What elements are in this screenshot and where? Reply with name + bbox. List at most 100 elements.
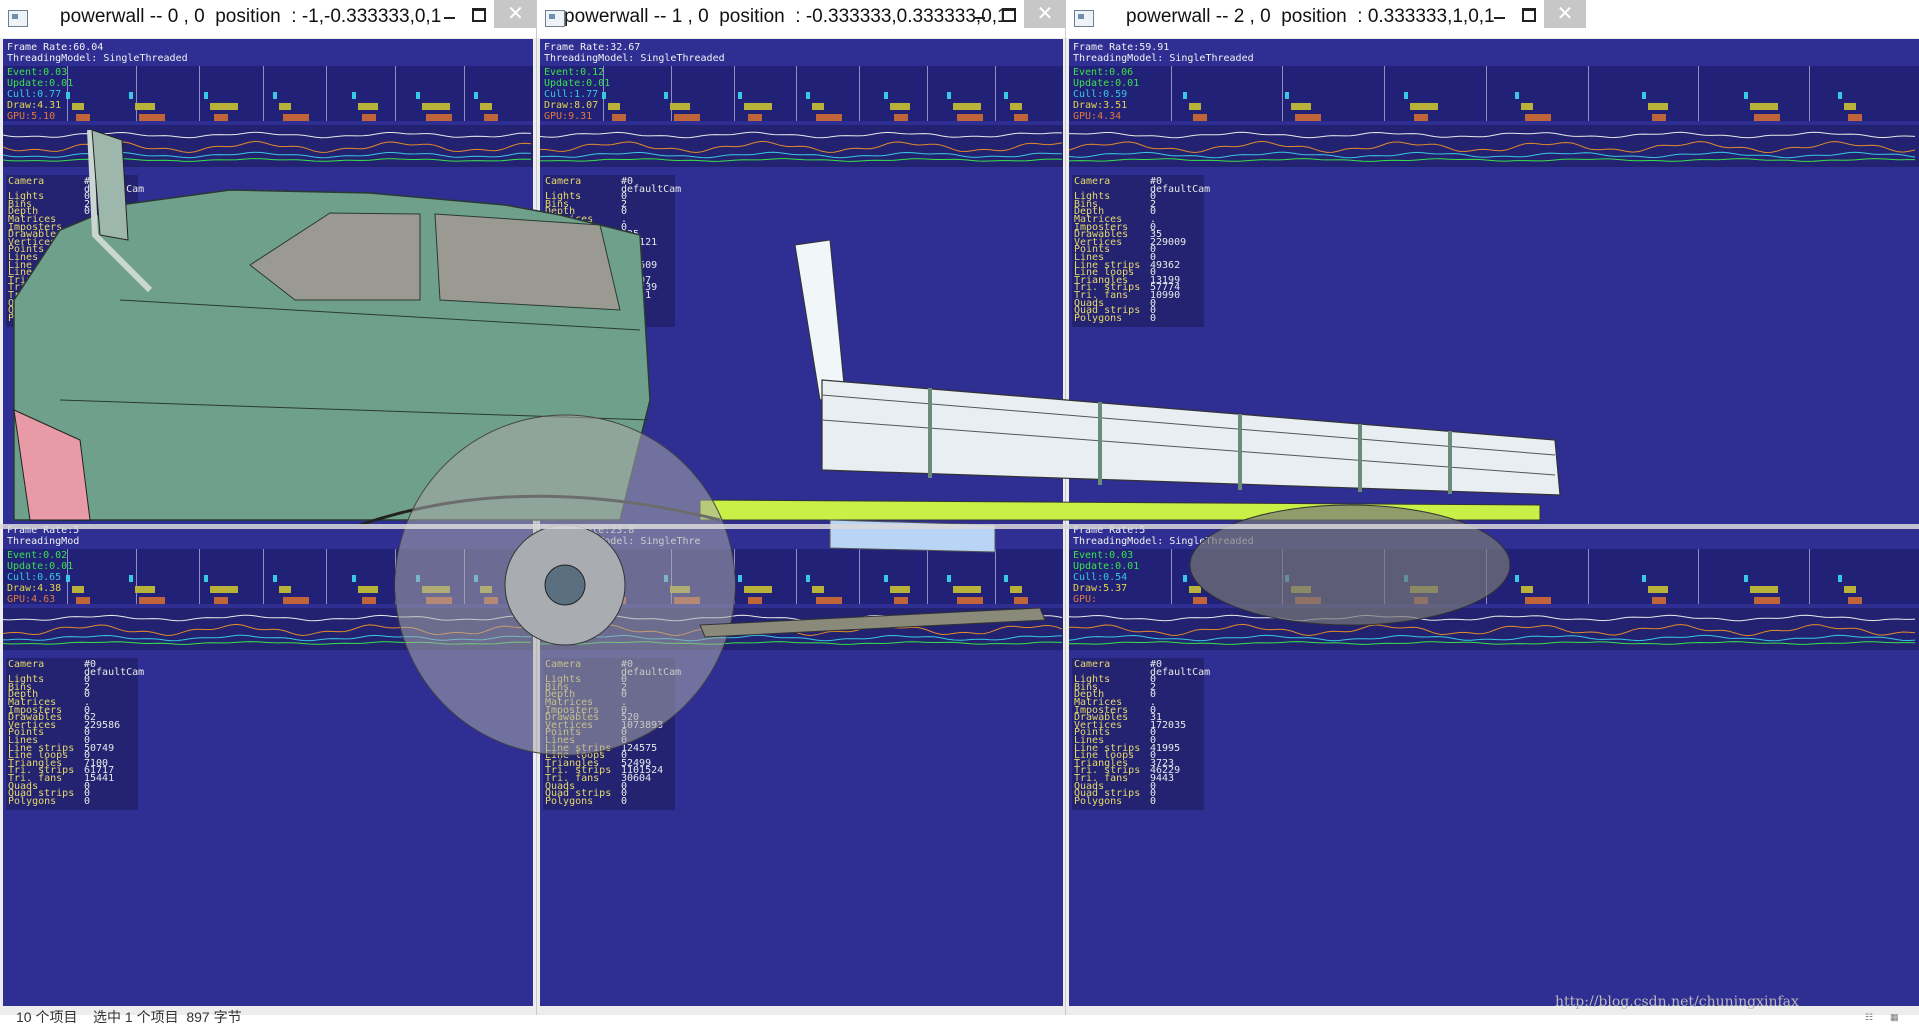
draw-bar: [812, 586, 824, 593]
timing-tick: [395, 549, 396, 604]
close-button[interactable]: ✕: [1024, 0, 1066, 28]
maximize-button[interactable]: [1514, 0, 1544, 28]
timing-tick: [927, 549, 928, 604]
timing-tick: [927, 66, 928, 121]
graph-line: [3, 131, 532, 139]
draw-bar: [953, 586, 981, 593]
gpu-bar: [139, 114, 165, 121]
title-bar[interactable]: powerwall -- 0 , 0 position : -1,-0.3333…: [0, 0, 537, 38]
details-view-icon[interactable]: ☷: [1865, 1012, 1873, 1023]
app-icon[interactable]: [545, 10, 565, 27]
maximize-button[interactable]: [994, 0, 1024, 28]
app-icon[interactable]: [1074, 10, 1094, 27]
timing-label: Cull:0.59: [1073, 89, 1128, 100]
cull-bar: [1285, 92, 1289, 99]
gpu-bar: [1754, 597, 1780, 604]
timing-tick: [1588, 66, 1589, 121]
large-icons-view-icon[interactable]: ▦: [1890, 1012, 1899, 1023]
draw-bar: [670, 586, 690, 593]
draw-bar: [1189, 103, 1201, 110]
powerwall-window-1[interactable]: powerwall -- 1 , 0 position : -0.333333,…: [537, 0, 1066, 1015]
draw-bar: [1844, 103, 1856, 110]
gpu-bar: [1014, 114, 1028, 121]
pane-separator: [0, 524, 1919, 529]
title-bar[interactable]: powerwall -- 1 , 0 position : -0.333333,…: [537, 0, 1066, 38]
maximize-button[interactable]: [464, 0, 494, 28]
timing-tick: [199, 66, 200, 121]
render-viewport[interactable]: Frame Rate:59.91 ThreadingModel: SingleTh…: [1069, 39, 1919, 1006]
camera-stats-box: Camera #0 defaultCam Lights 0 Bins 2 Depth 0 Matr…: [1072, 658, 1210, 811]
timing-tick: [1171, 66, 1172, 121]
draw-bar: [1010, 586, 1022, 593]
gpu-bar: [283, 114, 309, 121]
timing-graph: Event:0.03 Update:0.01 Cull:0.77 Draw:4.31 G…: [3, 66, 533, 122]
close-button[interactable]: ✕: [494, 0, 537, 28]
draw-bar: [608, 586, 620, 593]
draw-bar: [1521, 103, 1533, 110]
render-viewport[interactable]: Frame Rate:60.04 ThreadingModel: SingleTh…: [3, 39, 533, 1006]
graph-line: [3, 634, 532, 642]
window-title: powerwall -- 2 , 0 position : 0.333333,1…: [1126, 6, 1495, 27]
draw-bar: [1844, 586, 1856, 593]
graph-line: [1069, 614, 1916, 622]
timing-tick: [671, 66, 672, 121]
powerwall-window-0[interactable]: powerwall -- 0 , 0 position : -1,-0.3333…: [0, 0, 537, 1015]
timing-label: Update:0.01: [7, 78, 74, 89]
cull-bar: [1183, 92, 1187, 99]
frame-rate-label: Frame Rate:32.67: [544, 42, 641, 53]
cull-bar: [416, 92, 420, 99]
graph-line: [1069, 641, 1916, 645]
timing-tick: [1384, 66, 1385, 121]
cull-bar: [1004, 92, 1008, 99]
cull-bar: [1744, 575, 1748, 582]
frame-time-lines: [1069, 614, 1916, 645]
gpu-bar: [957, 114, 983, 121]
minimize-icon: [1493, 17, 1505, 20]
threading-model-label: ThreadingModel: SingleThreaded: [1073, 53, 1254, 64]
graph-line: [540, 641, 1063, 645]
timing-tick: [136, 549, 137, 604]
maximize-icon: [472, 8, 486, 23]
gpu-bar: [214, 597, 228, 604]
close-icon: ✕: [1556, 3, 1574, 25]
cull-bar: [1642, 92, 1646, 99]
timing-tick: [734, 549, 735, 604]
powerwall-window-2[interactable]: powerwall -- 2 , 0 position : 0.333333,1…: [1066, 0, 1919, 1015]
timing-tick: [1698, 66, 1699, 121]
close-button[interactable]: ✕: [1544, 0, 1586, 28]
draw-bar: [210, 586, 238, 593]
graph-line: [1069, 151, 1916, 159]
explorer-status-text: 10 个项目 选中 1 个项目 897 字节: [16, 1009, 242, 1025]
draw-bar: [608, 103, 620, 110]
timing-label: Event:0.12: [544, 67, 605, 78]
draw-bar: [135, 586, 155, 593]
gpu-bar: [816, 597, 842, 604]
timing-label: Event:0.02: [7, 550, 68, 561]
cull-bar: [1642, 575, 1646, 582]
draw-bar: [1189, 586, 1201, 593]
title-bar[interactable]: powerwall -- 2 , 0 position : 0.333333,1…: [1066, 0, 1919, 38]
draw-bar: [1410, 103, 1438, 110]
app-icon[interactable]: [8, 10, 28, 27]
minimize-button[interactable]: [434, 0, 464, 28]
stats-pane: Frame Rate:59.91 ThreadingModel: SingleTh…: [1069, 39, 1919, 522]
cull-bar: [474, 92, 478, 99]
draw-bar: [358, 103, 378, 110]
cull-bar: [602, 575, 606, 582]
cull-bar: [738, 575, 742, 582]
minimize-button[interactable]: [964, 0, 994, 28]
render-viewport[interactable]: Frame Rate:32.67 ThreadingModel: SingleTh…: [540, 39, 1063, 1006]
timing-tick: [136, 66, 137, 121]
gpu-bar: [76, 114, 90, 121]
timing-label: GPU:4.34: [1073, 111, 1122, 122]
gpu-bar: [1652, 597, 1666, 604]
minimize-button[interactable]: [1484, 0, 1514, 28]
threading-model-label: ThreadingModel: SingleThre: [544, 536, 701, 547]
graph-line: [540, 151, 1063, 159]
frame-rate-label: Frame Rate:59.91: [1073, 42, 1170, 53]
cull-bar: [129, 92, 133, 99]
timing-tick: [1809, 66, 1810, 121]
timing-graph: Event:0.06 Update:0.01 Cull:0.59 Draw:3.51 G…: [1069, 66, 1919, 122]
draw-bar: [744, 586, 772, 593]
timing-label: Draw:14.08: [544, 583, 605, 594]
